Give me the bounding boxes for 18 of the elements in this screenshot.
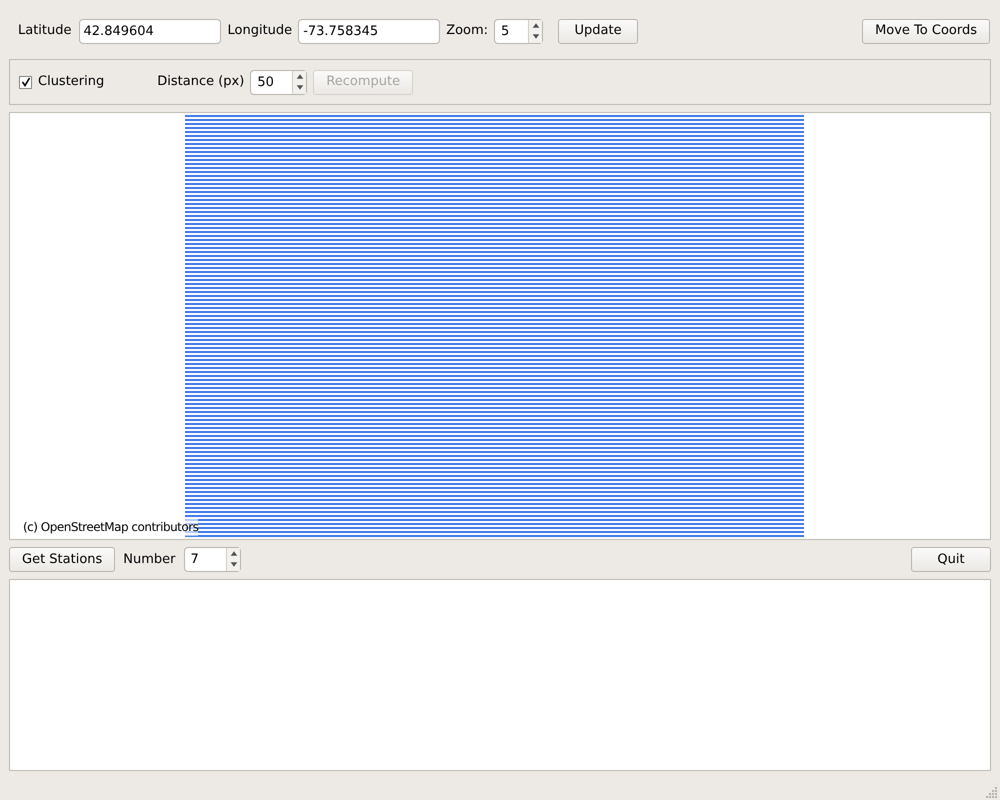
move-to-coords-button[interactable]: Move To Coords	[862, 18, 990, 44]
number-label: Number	[123, 550, 176, 569]
quit-button[interactable]: Quit	[911, 547, 991, 572]
distance-spinbox[interactable]: 50	[250, 70, 308, 94]
distance-label: Distance (px)	[157, 73, 244, 92]
clustering-checkbox[interactable]	[19, 76, 32, 88]
clustering-label: Clustering	[38, 73, 104, 92]
zoom-label: Zoom:	[446, 22, 488, 40]
get-stations-button[interactable]: Get Stations	[9, 547, 116, 572]
number-spinbox[interactable]: 7	[184, 547, 241, 572]
latitude-field[interactable]: 42.849604	[78, 18, 221, 44]
resize-grip-icon[interactable]	[986, 786, 998, 798]
zoom-spinbox[interactable]: 5	[494, 18, 544, 44]
latitude-label: Latitude	[18, 22, 72, 40]
longitude-label: Longitude	[228, 22, 292, 40]
update-button[interactable]: Update	[558, 18, 638, 44]
map-attribution: (c) OpenStreetMap contributors	[23, 518, 198, 536]
longitude-field[interactable]: -73.758345	[298, 18, 440, 44]
